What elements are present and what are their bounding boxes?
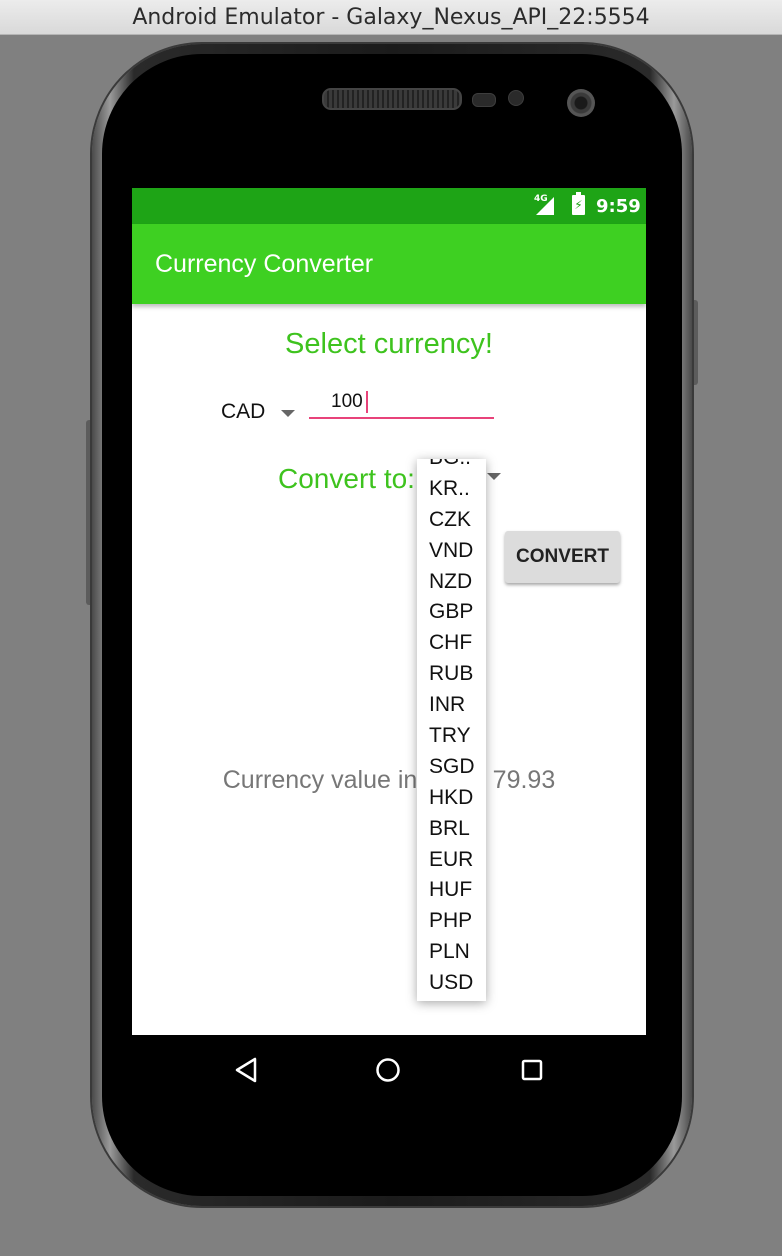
earpiece-speaker: [322, 88, 462, 110]
dropdown-option[interactable]: HUF: [417, 875, 486, 906]
dropdown-option[interactable]: SGD: [417, 752, 486, 783]
signal-icon: [536, 197, 554, 215]
dropdown-option[interactable]: VND: [417, 536, 486, 567]
chevron-down-icon[interactable]: [281, 410, 295, 417]
dropdown-option[interactable]: BG..: [417, 459, 486, 474]
result-prefix: Currency value in U: [222, 766, 443, 794]
home-icon[interactable]: [375, 1057, 401, 1083]
dropdown-option[interactable]: CZK: [417, 505, 486, 536]
device-screen: 4G ⚡ 9:59 Currency Converter Select curr…: [132, 188, 646, 1105]
status-bar: 4G ⚡ 9:59: [132, 188, 646, 224]
dropdown-option[interactable]: INR: [417, 690, 486, 721]
app-bar: Currency Converter: [132, 224, 646, 304]
text-cursor: [366, 391, 368, 413]
chevron-down-icon[interactable]: [487, 473, 501, 480]
dropdown-option[interactable]: HKD: [417, 783, 486, 814]
dropdown-option[interactable]: CHF: [417, 628, 486, 659]
light-sensor: [508, 90, 524, 106]
app-title: Currency Converter: [155, 250, 374, 278]
proximity-sensor: [472, 93, 496, 107]
dropdown-option[interactable]: NZD: [417, 567, 486, 598]
navigation-bar: [132, 1035, 646, 1105]
battery-charging-icon: ⚡: [572, 195, 585, 215]
dropdown-option[interactable]: BRL: [417, 814, 486, 845]
status-time: 9:59: [596, 196, 641, 217]
result-text: Currency value in Us: 79.93: [132, 766, 646, 795]
dropdown-option[interactable]: RUB: [417, 659, 486, 690]
window-title: Android Emulator - Galaxy_Nexus_API_22:5…: [132, 4, 650, 30]
dropdown-option[interactable]: KR..: [417, 474, 486, 505]
to-currency-dropdown[interactable]: BG.. KR.. CZK VND NZD GBP CHF RUB INR TR…: [417, 459, 486, 1001]
window-title-bar: Android Emulator - Galaxy_Nexus_API_22:5…: [0, 0, 782, 35]
dropdown-option[interactable]: PHP: [417, 906, 486, 937]
from-currency-spinner[interactable]: CAD: [221, 400, 265, 424]
dropdown-option[interactable]: EUR: [417, 845, 486, 876]
dropdown-option[interactable]: USD: [417, 968, 486, 999]
dropdown-option[interactable]: TRY: [417, 721, 486, 752]
dropdown-option[interactable]: GBP: [417, 597, 486, 628]
front-camera: [567, 89, 595, 117]
convert-button[interactable]: CONVERT: [505, 531, 620, 583]
amount-input[interactable]: [309, 387, 494, 419]
dropdown-list: BG.. KR.. CZK VND NZD GBP CHF RUB INR TR…: [417, 459, 486, 999]
convert-to-label: Convert to:: [278, 463, 415, 494]
dropdown-option[interactable]: PLN: [417, 937, 486, 968]
recent-apps-icon[interactable]: [521, 1059, 543, 1081]
back-icon[interactable]: [234, 1057, 258, 1083]
select-currency-heading: Select currency!: [285, 328, 493, 360]
